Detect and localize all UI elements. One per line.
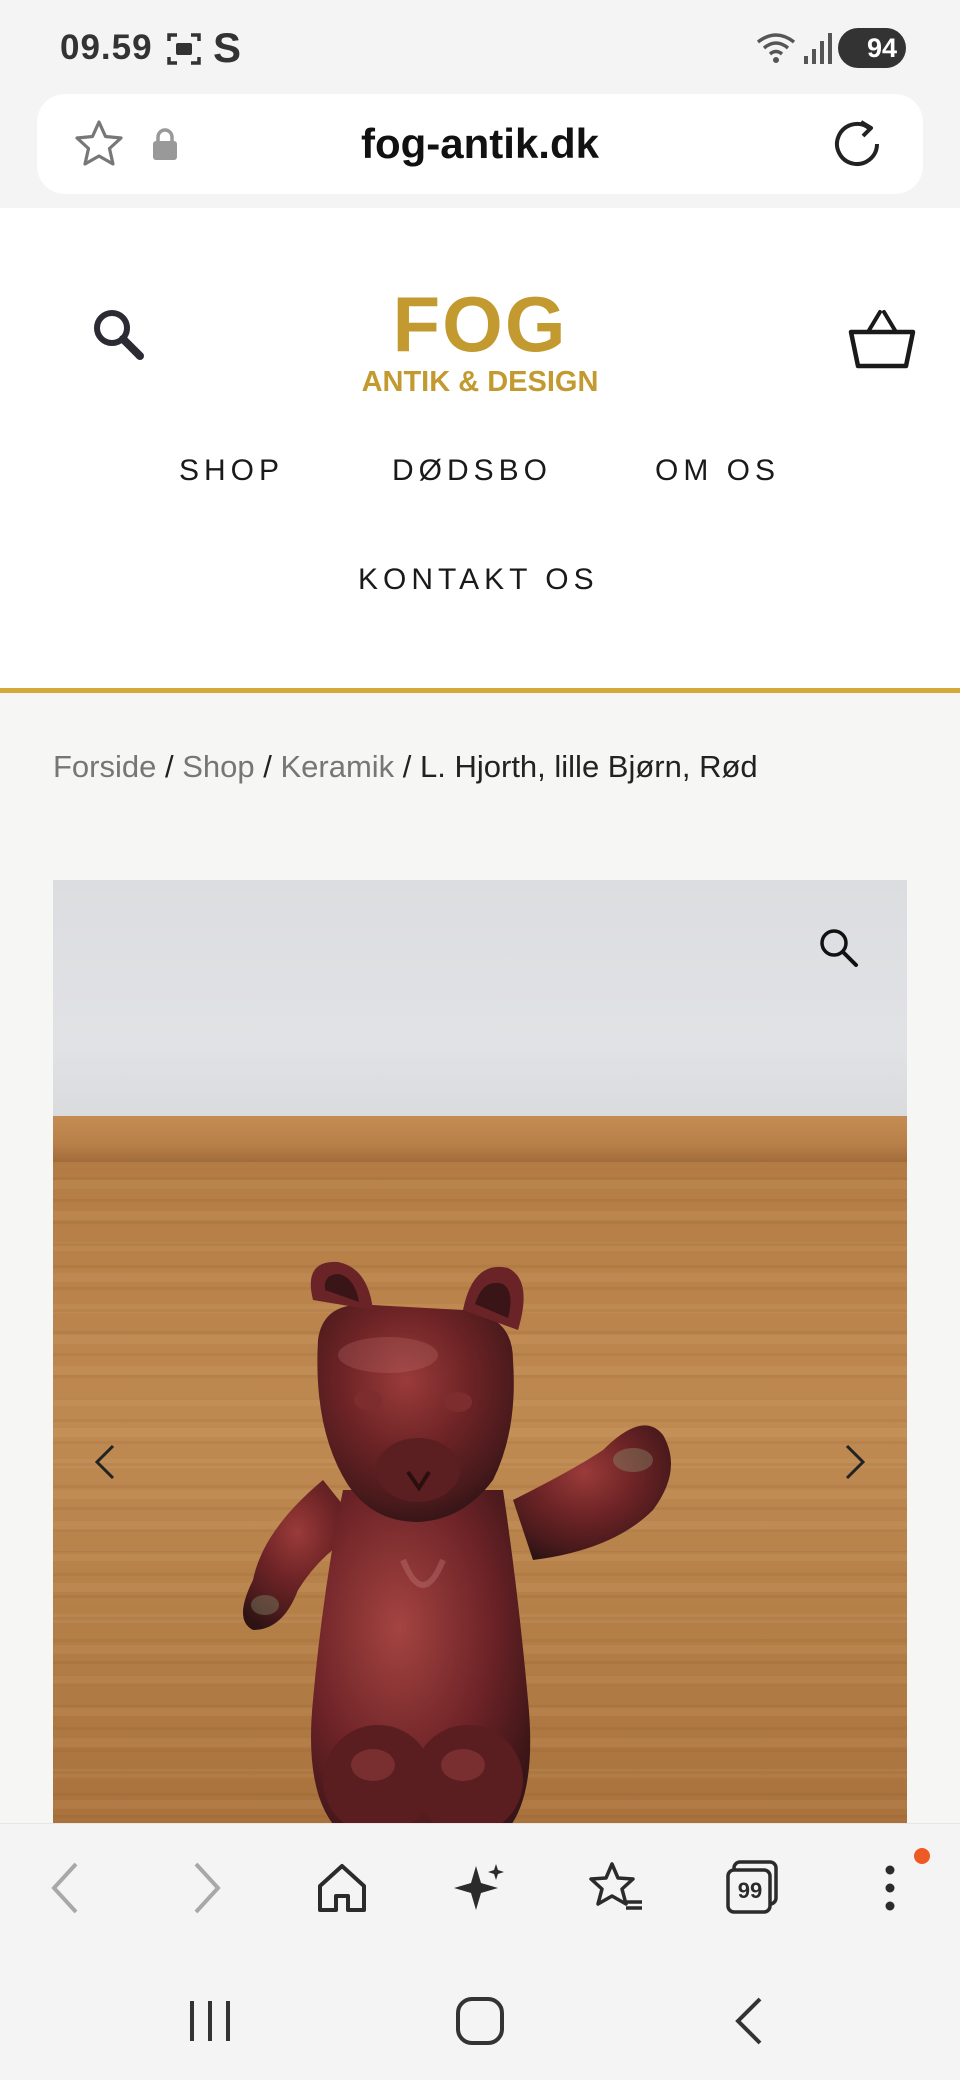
- url-text[interactable]: fog-antik.dk: [37, 120, 923, 168]
- image-wall: [53, 880, 907, 1116]
- reload-icon[interactable]: [829, 116, 885, 172]
- main-content: Forside / Shop / Keramik / L. Hjorth, li…: [0, 693, 960, 1840]
- logo-main: FOG: [392, 280, 568, 368]
- product-image[interactable]: [53, 880, 907, 1840]
- home-icon[interactable]: [312, 1858, 372, 1918]
- image-baseboard: [53, 1116, 907, 1162]
- breadcrumb: Forside / Shop / Keramik / L. Hjorth, li…: [53, 749, 758, 785]
- more-icon[interactable]: [860, 1858, 920, 1918]
- status-bar: 09.59 S 94: [0, 0, 960, 94]
- url-bar[interactable]: fog-antik.dk: [37, 94, 923, 194]
- ceramic-bear-figure: [243, 1261, 671, 1840]
- breadcrumb-shop[interactable]: Shop: [182, 749, 254, 784]
- battery-icon: 94: [838, 28, 906, 68]
- breadcrumb-separator: /: [394, 749, 421, 784]
- system-nav-bar: [0, 1953, 960, 2080]
- zoom-icon[interactable]: [817, 926, 859, 968]
- tabs-count: 99: [737, 1878, 763, 1903]
- breadcrumb-separator: /: [254, 749, 281, 784]
- tabs-icon[interactable]: 99: [722, 1858, 782, 1918]
- recents-icon[interactable]: [180, 1993, 240, 2049]
- ai-sparkle-icon[interactable]: [450, 1858, 510, 1918]
- system-back-icon[interactable]: [720, 1993, 780, 2049]
- breadcrumb-separator: /: [156, 749, 183, 784]
- search-icon[interactable]: [90, 306, 146, 362]
- signal-icon: [804, 33, 832, 64]
- logo-sub: ANTIK & DESIGN: [361, 366, 599, 398]
- site-header: FOG ANTIK & DESIGN SHOP DØDSBO OM OS KON…: [0, 208, 960, 688]
- status-time: 09.59: [60, 28, 153, 67]
- breadcrumb-keramik[interactable]: Keramik: [280, 749, 394, 784]
- bookmarks-icon[interactable]: [586, 1858, 646, 1918]
- nav-om-os[interactable]: OM OS: [655, 454, 780, 488]
- back-icon[interactable]: [36, 1858, 96, 1918]
- s-indicator: S: [213, 24, 242, 71]
- nav-dodsbo[interactable]: DØDSBO: [392, 454, 552, 488]
- screenshot-icon: [167, 33, 201, 65]
- basket-icon[interactable]: [848, 308, 916, 370]
- page: 09.59 S 94 fog-antik.dk FOG ANTIK & DESI…: [0, 0, 960, 2080]
- notification-dot: [914, 1848, 930, 1864]
- battery-level: 94: [866, 32, 897, 63]
- gallery-next-icon[interactable]: [839, 1440, 871, 1484]
- home-button-icon[interactable]: [450, 1993, 510, 2049]
- nav-kontakt-os[interactable]: KONTAKT OS: [358, 563, 599, 597]
- gallery-prev-icon[interactable]: [89, 1440, 121, 1484]
- forward-icon[interactable]: [176, 1858, 236, 1918]
- site-logo[interactable]: FOG ANTIK & DESIGN: [330, 280, 630, 400]
- nav-shop[interactable]: SHOP: [179, 454, 284, 488]
- breadcrumb-current: L. Hjorth, lille Bjørn, Rød: [420, 749, 758, 784]
- browser-toolbar: 99: [0, 1823, 960, 1953]
- wifi-icon: [756, 33, 796, 63]
- breadcrumb-forside[interactable]: Forside: [53, 749, 156, 784]
